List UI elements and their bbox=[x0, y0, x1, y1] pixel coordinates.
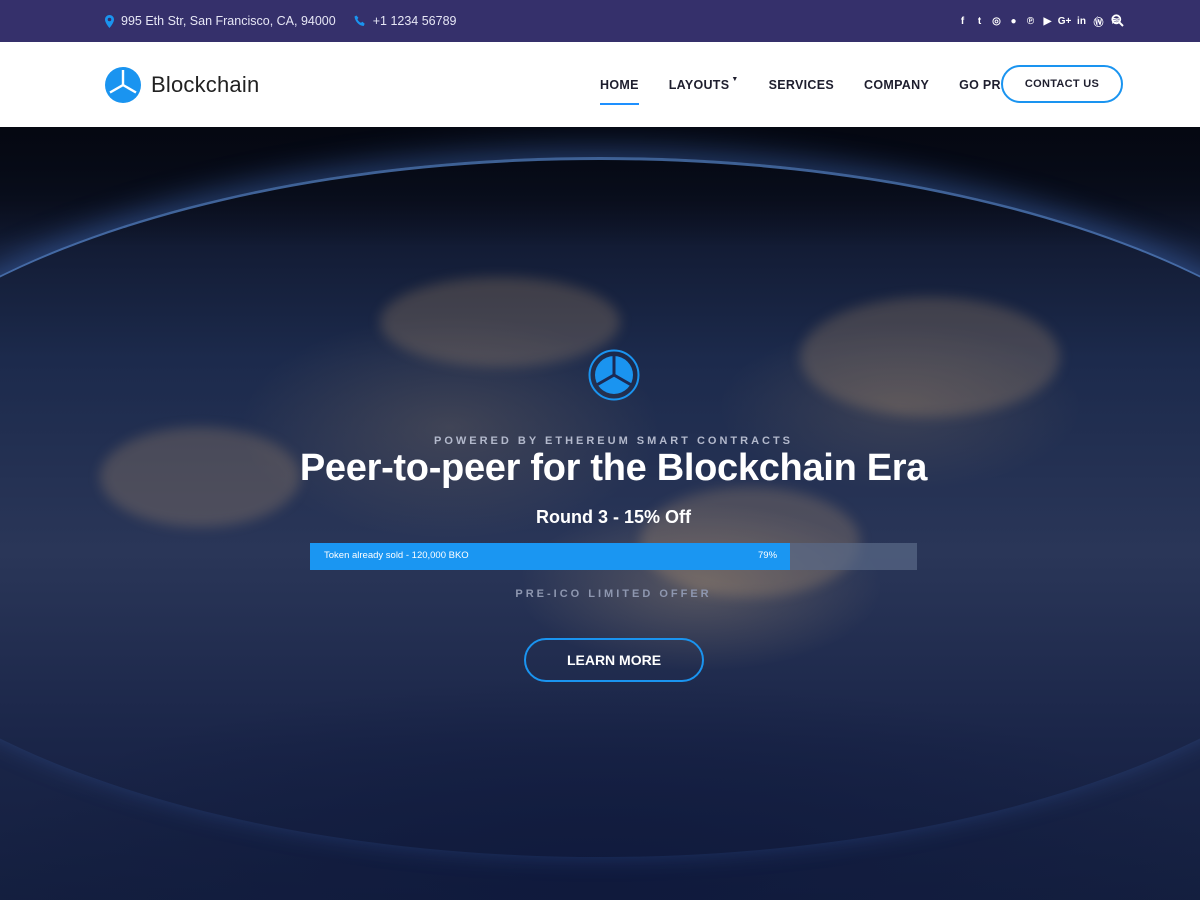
pinterest-icon[interactable]: ℗ bbox=[1024, 15, 1037, 28]
hero-kicker: POWERED BY ETHEREUM SMART CONTRACTS bbox=[433, 435, 794, 447]
main-header: Blockchain HOME LAYOUTS ▼ SERVICES COMPANY GO… bbox=[0, 42, 1200, 127]
phone-text: +1 1234 56789 bbox=[372, 14, 457, 28]
nav-item-services[interactable]: SERVICES bbox=[769, 78, 834, 92]
phone-icon bbox=[354, 15, 366, 27]
nav-item-home[interactable]: HOME bbox=[600, 77, 639, 105]
hero-section: POWERED BY ETHEREUM SMART CONTRACTS Peer… bbox=[0, 127, 1200, 900]
hero-city-lights bbox=[640, 487, 860, 597]
twitter-icon[interactable]: t bbox=[973, 15, 986, 28]
logo-mark-icon bbox=[105, 67, 141, 103]
logo-text: Blockchain bbox=[151, 72, 260, 97]
divider bbox=[1097, 16, 1098, 26]
nav-item-label: COMPANY bbox=[864, 77, 930, 92]
nav-item-label: SERVICES bbox=[768, 77, 835, 92]
blockchain-emblem-icon bbox=[588, 349, 640, 401]
address-text: 995 Eth Str, San Francisco, CA, 94000 bbox=[121, 14, 336, 28]
facebook-icon[interactable]: f bbox=[956, 15, 969, 28]
map-marker-icon bbox=[105, 14, 114, 28]
token-progress-label: Token already sold - 120,000 BKO bbox=[324, 550, 469, 561]
reddit-icon[interactable]: ● bbox=[1007, 15, 1020, 28]
search-icon[interactable] bbox=[1111, 14, 1125, 28]
logo[interactable]: Blockchain bbox=[105, 67, 259, 103]
hero-round-offer: Round 3 - 15% Off bbox=[535, 507, 691, 527]
hero-headline: Peer-to-peer for the Blockchain Era bbox=[299, 447, 928, 489]
google-plus-icon[interactable]: G+ bbox=[1058, 15, 1072, 28]
phone-item[interactable]: +1 1234 56789 bbox=[354, 14, 457, 28]
nav-item-company[interactable]: COMPANY bbox=[864, 78, 929, 92]
token-progress-bar: Token already sold - 120,000 BKO 79% bbox=[310, 543, 917, 570]
contact-us-button[interactable]: CONTACT US bbox=[1001, 65, 1123, 103]
contact-info: 995 Eth Str, San Francisco, CA, 94000 +1… bbox=[105, 0, 456, 42]
address-item: 995 Eth Str, San Francisco, CA, 94000 bbox=[105, 14, 336, 28]
preico-caption: PRE-ICO LIMITED OFFER bbox=[515, 588, 712, 600]
learn-more-button[interactable]: LEARN MORE bbox=[524, 638, 704, 682]
top-bar: 995 Eth Str, San Francisco, CA, 94000 +1… bbox=[0, 0, 1200, 42]
wordpress-icon[interactable]: Ⓦ bbox=[1092, 15, 1105, 29]
linkedin-icon[interactable]: in bbox=[1075, 15, 1088, 28]
hero-city-lights bbox=[380, 277, 620, 367]
youtube-icon[interactable]: ▶ bbox=[1041, 15, 1054, 28]
nav-item-label: LAYOUTS bbox=[668, 77, 730, 92]
token-progress-percent: 79% bbox=[758, 550, 778, 561]
caret-down-icon: ▼ bbox=[731, 75, 739, 83]
hero-city-lights bbox=[800, 297, 1060, 417]
nav-item-label: HOME bbox=[600, 77, 639, 92]
nav-item-layouts[interactable]: LAYOUTS ▼ bbox=[668, 75, 739, 92]
main-nav: HOME LAYOUTS ▼ SERVICES COMPANY GO PRO bbox=[600, 42, 1041, 127]
instagram-icon[interactable]: ◎ bbox=[990, 15, 1003, 28]
